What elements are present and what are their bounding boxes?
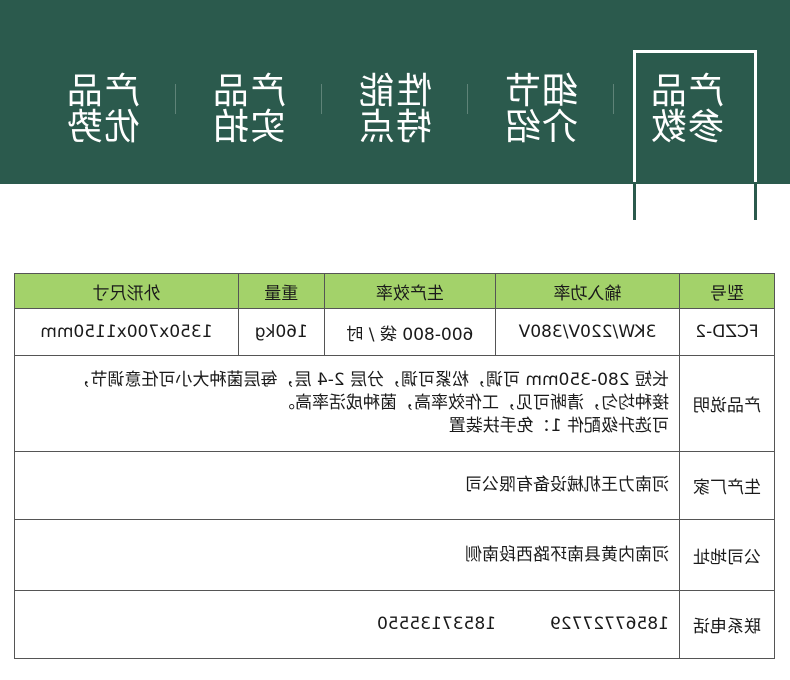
tab-detail-introduction[interactable]: 细节介绍 (468, 70, 614, 150)
tab-label: 产品优势 (65, 71, 140, 148)
spec-value-row: FCZD-2 3KW/220V/380V 600-800 袋 / 时 160kg… (14, 308, 775, 356)
phone-values: 18567727729 18537135550 (14, 590, 680, 659)
manufacturer-value: 河南力王机械设备有限公司 (14, 451, 680, 520)
spec-header-row: 型号 输入功率 生产效率 重量 外形尺寸 (14, 273, 775, 309)
header-weight: 重量 (238, 273, 325, 309)
value-efficiency: 600-800 袋 / 时 (324, 308, 496, 356)
tab-label: 产品实拍 (211, 71, 286, 148)
manufacturer-row: 生产厂家 河南力王机械设备有限公司 (14, 451, 775, 520)
address-value: 河南内黄县南环路西段南侧 (14, 519, 680, 591)
frame-gap-left (754, 182, 757, 220)
header-model: 型号 (679, 273, 775, 309)
description-line: 可选升级配件 1：免手扶装置 (448, 416, 669, 436)
phone-row: 联系电话 18567727729 18537135550 (14, 590, 775, 659)
address-row: 公司地址 河南内黄县南环路西段南侧 (14, 519, 775, 591)
active-tab-frame (633, 50, 757, 220)
spec-table: 型号 输入功率 生产效率 重量 外形尺寸 FCZD-2 3KW/220V/380… (14, 273, 775, 659)
value-input-power: 3KW/220V/380V (495, 308, 680, 356)
address-label: 公司地址 (679, 519, 775, 591)
header-efficiency: 生产效率 (324, 273, 496, 309)
tab-product-advantages[interactable]: 产品优势 (30, 70, 176, 150)
value-dimensions: 1350x700x1150mm (14, 308, 239, 356)
value-weight: 160kg (238, 308, 325, 356)
description-text: 长短 280-350mm 可调，松紧可调，分层 2-4 层，每层菌种大小可任意调… (14, 355, 680, 452)
header-dimensions: 外形尺寸 (14, 273, 239, 309)
tab-product-photos[interactable]: 产品实拍 (176, 70, 322, 150)
description-line: 长短 280-350mm 可调，松紧可调，分层 2-4 层，每层菌种大小可任意调… (73, 370, 669, 390)
tab-performance-features[interactable]: 性能特点 (322, 70, 468, 150)
header-input-power: 输入功率 (495, 273, 680, 309)
phone-number: 18537135550 (377, 614, 497, 634)
tab-label: 性能特点 (357, 71, 432, 148)
phone-number: 18567727729 (550, 614, 669, 634)
description-label: 产品说明 (679, 355, 775, 452)
phone-label: 联系电话 (679, 590, 775, 659)
description-row: 产品说明 长短 280-350mm 可调，松紧可调，分层 2-4 层，每层菌种大… (14, 355, 775, 452)
tab-label: 细节介绍 (503, 71, 578, 148)
description-line: 接种均匀，清晰可见，工作效率高，菌种成活率高。 (278, 393, 669, 413)
manufacturer-label: 生产厂家 (679, 451, 775, 520)
frame-gap-right (633, 182, 636, 220)
value-model: FCZD-2 (679, 308, 775, 356)
mirrored-page: 产品参数 细节介绍 性能特点 产品实拍 产品优势 型号 输入功率 生产效率 重量… (0, 0, 790, 680)
